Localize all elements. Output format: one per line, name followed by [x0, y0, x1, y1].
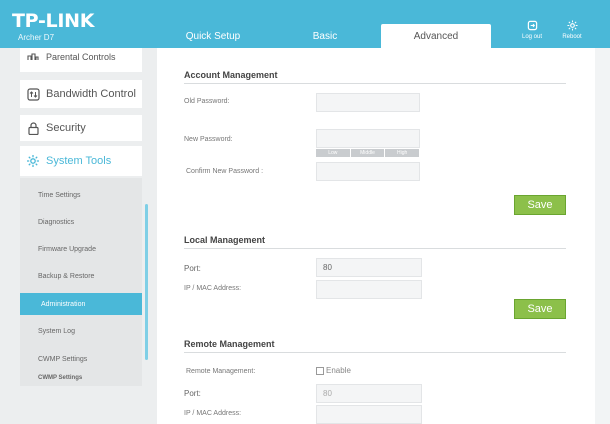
local-port-input[interactable]: 80: [316, 258, 422, 277]
lock-icon: [20, 121, 46, 135]
page-scroll-track[interactable]: [597, 48, 610, 424]
sidebar-item-bandwidth-control[interactable]: Bandwidth Control: [20, 80, 142, 108]
section-title-local: Local Management: [184, 235, 266, 245]
sidebar-item-system-tools[interactable]: System Tools: [20, 146, 142, 176]
submenu-diagnostics[interactable]: Diagnostics: [20, 211, 142, 233]
sidebar-item-label: System Tools: [46, 155, 112, 167]
divider: [184, 352, 566, 353]
account-save-button[interactable]: Save: [514, 195, 566, 215]
confirm-password-input[interactable]: [316, 162, 420, 181]
section-title-remote: Remote Management: [184, 339, 275, 349]
section-title-account: Account Management: [184, 70, 278, 80]
local-save-button[interactable]: Save: [514, 299, 566, 319]
sidebar-scrollbar[interactable]: [145, 204, 148, 360]
remote-port-label: Port:: [184, 389, 201, 398]
logout-label: Log out: [521, 34, 543, 40]
model-name: Archer D7: [18, 33, 55, 42]
password-strength-meter: Low Middle High: [316, 149, 420, 157]
old-password-input[interactable]: [316, 93, 420, 112]
remote-management-label: Remote Management:: [186, 368, 256, 375]
submenu-cwmp-settings[interactable]: CWMP Settings: [20, 348, 142, 370]
strength-high: High: [385, 149, 420, 157]
gear-icon: [20, 154, 46, 168]
submenu-administration[interactable]: Administration: [20, 293, 142, 315]
divider: [184, 248, 566, 249]
logout-icon: [527, 20, 537, 31]
strength-middle: Middle: [350, 149, 385, 157]
reboot-label: Reboot: [562, 34, 582, 40]
tab-basic[interactable]: Basic: [300, 24, 350, 48]
reboot-button[interactable]: Reboot: [552, 20, 592, 40]
new-password-input[interactable]: [316, 129, 420, 148]
submenu-cwmp-settings-partial[interactable]: CWMP Settings: [20, 375, 142, 389]
sidebar-item-label: Bandwidth Control: [46, 88, 136, 100]
submenu-system-log[interactable]: System Log: [20, 320, 142, 342]
enable-label: Enable: [326, 366, 351, 375]
local-ip-mac-label: IP / MAC Address:: [184, 285, 242, 292]
logout-button[interactable]: Log out: [512, 20, 552, 40]
local-ip-mac-input[interactable]: [316, 280, 422, 299]
sidebar-item-parental-controls[interactable]: Parental Controls: [20, 48, 142, 72]
sidebar-item-label: Parental Controls: [46, 52, 116, 62]
submenu-time-settings[interactable]: Time Settings: [20, 184, 142, 206]
old-password-label: Old Password:: [184, 98, 230, 105]
local-port-label: Port:: [184, 264, 201, 273]
reboot-icon: [566, 20, 578, 31]
tab-quick-setup[interactable]: Quick Setup: [168, 24, 258, 48]
remote-ip-mac-input[interactable]: [316, 405, 422, 424]
parental-icon: [20, 52, 46, 60]
remote-port-input[interactable]: 80: [316, 384, 422, 403]
new-password-label: New Password:: [184, 136, 233, 143]
confirm-password-label: Confirm New Password :: [186, 168, 264, 175]
top-header: TP-LINK Archer D7 Quick Setup Basic Adva…: [0, 0, 610, 48]
bandwidth-icon: [20, 87, 46, 101]
remote-ip-mac-label: IP / MAC Address:: [184, 410, 242, 417]
enable-checkbox[interactable]: [316, 367, 324, 375]
strength-low: Low: [316, 149, 350, 157]
submenu-backup-restore[interactable]: Backup & Restore: [20, 265, 142, 287]
tab-advanced[interactable]: Advanced: [381, 24, 491, 48]
divider: [184, 83, 566, 84]
sidebar-item-security[interactable]: Security: [20, 115, 142, 141]
sidebar-item-label: Security: [46, 122, 86, 134]
tp-link-logo: TP-LINK: [12, 10, 95, 32]
submenu-firmware-upgrade[interactable]: Firmware Upgrade: [20, 238, 142, 260]
